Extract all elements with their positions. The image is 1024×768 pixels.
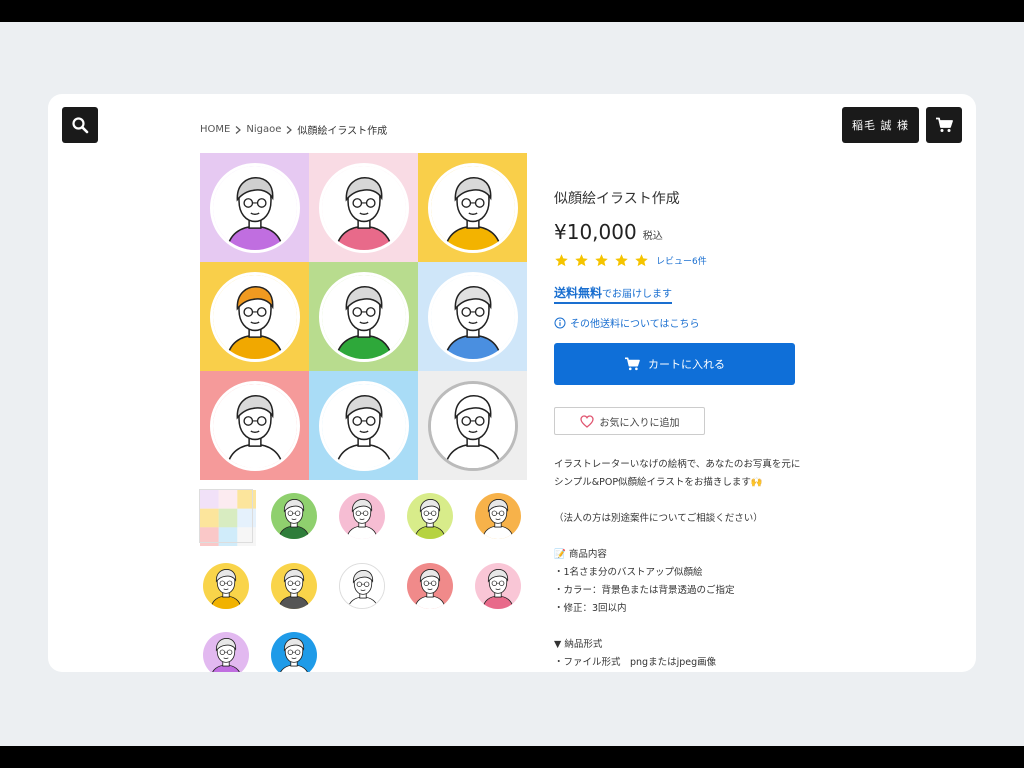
thumbnail[interactable] — [268, 560, 320, 612]
cart-icon — [625, 357, 640, 371]
description-line: 📝 商品内容 — [554, 549, 607, 560]
star-icon — [615, 254, 628, 267]
rating-stars — [554, 253, 649, 268]
thumbnail-illustration — [407, 493, 453, 539]
review-link[interactable]: レビュー6件 — [656, 254, 707, 267]
thumbnail-illustration — [203, 563, 249, 609]
gallery-tile — [309, 262, 418, 371]
price-block: ¥10,000 税込 — [554, 220, 663, 244]
description-line: ▼ 納品形式 — [554, 639, 603, 650]
star-icon — [635, 254, 648, 267]
thumbnail[interactable] — [268, 629, 320, 672]
price-value: ¥10,000 — [554, 220, 637, 244]
gallery-tile — [200, 262, 309, 371]
breadcrumb-home[interactable]: HOME — [200, 124, 230, 135]
description-line: ・カラー：背景色または背景透過のご指定 — [554, 585, 735, 596]
heart-icon — [579, 414, 594, 428]
portrait-illustration — [209, 271, 300, 362]
portrait-illustration — [318, 380, 409, 471]
thumbnail[interactable] — [336, 490, 388, 542]
add-to-favorites-button[interactable]: お気に入りに追加 — [554, 407, 705, 435]
cart-button[interactable] — [926, 107, 962, 143]
account-button[interactable]: 稲毛 誠 様 — [842, 107, 919, 143]
gallery-tile — [418, 371, 527, 480]
thumbnail[interactable] — [336, 560, 388, 612]
tax-label: 税込 — [642, 231, 663, 242]
other-shipping-text: その他送料についてはこちら — [570, 319, 700, 330]
gallery-tile — [309, 153, 418, 262]
description-line — [554, 492, 854, 510]
add-to-cart-button[interactable]: カートに入れる — [554, 343, 795, 385]
thumbnail-illustration — [475, 493, 521, 539]
free-shipping-rest: でお届けします — [602, 289, 673, 300]
product-title: 似顔絵イラスト作成 — [554, 191, 680, 207]
chevron-right-icon — [286, 125, 293, 134]
description-line — [554, 528, 854, 546]
thumbnail[interactable] — [472, 560, 524, 612]
star-icon — [555, 254, 568, 267]
portrait-illustration — [209, 380, 300, 471]
free-shipping-bold: 送料無料 — [554, 286, 603, 300]
description-line: シンプル&POP似顔絵イラストをお描きします🙌 — [554, 477, 763, 488]
thumbnail-illustration — [407, 563, 453, 609]
thumbnail[interactable] — [200, 629, 252, 672]
portrait-illustration — [318, 162, 409, 253]
product-card: 稲毛 誠 様 HOME Nigaoe 似顔絵イラスト作成 似顔絵イラスト作成 ¥… — [48, 94, 976, 672]
breadcrumb-nigaoe[interactable]: Nigaoe — [246, 124, 281, 135]
thumbnail-illustration — [271, 493, 317, 539]
cart-icon — [936, 117, 953, 132]
thumbnail[interactable] — [268, 490, 320, 542]
description-line — [554, 618, 854, 636]
portrait-illustration — [427, 162, 518, 253]
thumbnail-illustration — [203, 632, 249, 672]
gallery-tile — [200, 153, 309, 262]
thumbnail-illustration — [339, 563, 385, 609]
portrait-illustration — [318, 271, 409, 362]
search-icon — [72, 117, 89, 134]
description-line: ・修正：3回以内 — [554, 603, 627, 614]
thumbnail-illustration — [339, 493, 385, 539]
description-line: ・1名さま分のバストアップ似顔絵 — [554, 567, 703, 578]
add-to-cart-label: カートに入れる — [648, 358, 725, 371]
description-line: （法人の方は別途案件についてご相談ください） — [554, 513, 763, 524]
search-button[interactable] — [62, 107, 98, 143]
thumbnail-illustration — [271, 632, 317, 672]
thumbnail[interactable] — [404, 490, 456, 542]
star-icon — [595, 254, 608, 267]
thumbnail[interactable] — [200, 560, 252, 612]
description-line: イラストレーターいなげの絵柄で、あなたのお写真を元に — [554, 459, 801, 470]
info-icon — [554, 317, 566, 328]
favorite-label: お気に入りに追加 — [599, 417, 680, 429]
product-description: イラストレーターいなげの絵柄で、あなたのお写真を元に シンプル&POP似顔絵イラス… — [554, 456, 854, 672]
star-icon — [575, 254, 588, 267]
chevron-right-icon — [235, 125, 242, 134]
other-shipping-link[interactable]: その他送料についてはこちら — [554, 315, 700, 330]
gallery-tile — [200, 371, 309, 480]
free-shipping-label: 送料無料でお届けします — [554, 284, 673, 304]
gallery-tile — [418, 153, 527, 262]
page-background: 稲毛 誠 様 HOME Nigaoe 似顔絵イラスト作成 似顔絵イラスト作成 ¥… — [0, 22, 1024, 746]
thumbnail-illustration — [475, 563, 521, 609]
thumbnail[interactable] — [472, 490, 524, 542]
rating: レビュー6件 — [554, 253, 707, 268]
gallery-tile — [309, 371, 418, 480]
thumbnail[interactable] — [199, 489, 256, 546]
main-product-image[interactable] — [200, 153, 527, 480]
breadcrumb: HOME Nigaoe 似顔絵イラスト作成 — [200, 122, 387, 137]
description-line: ・ファイル形式 pngまたはjpeg画像 — [554, 657, 717, 668]
breadcrumb-current: 似顔絵イラスト作成 — [297, 126, 388, 137]
thumbnail[interactable] — [404, 560, 456, 612]
gallery-tile — [418, 262, 527, 371]
portrait-illustration — [427, 380, 518, 471]
portrait-illustration — [209, 162, 300, 253]
portrait-illustration — [427, 271, 518, 362]
thumbnail-illustration — [271, 563, 317, 609]
